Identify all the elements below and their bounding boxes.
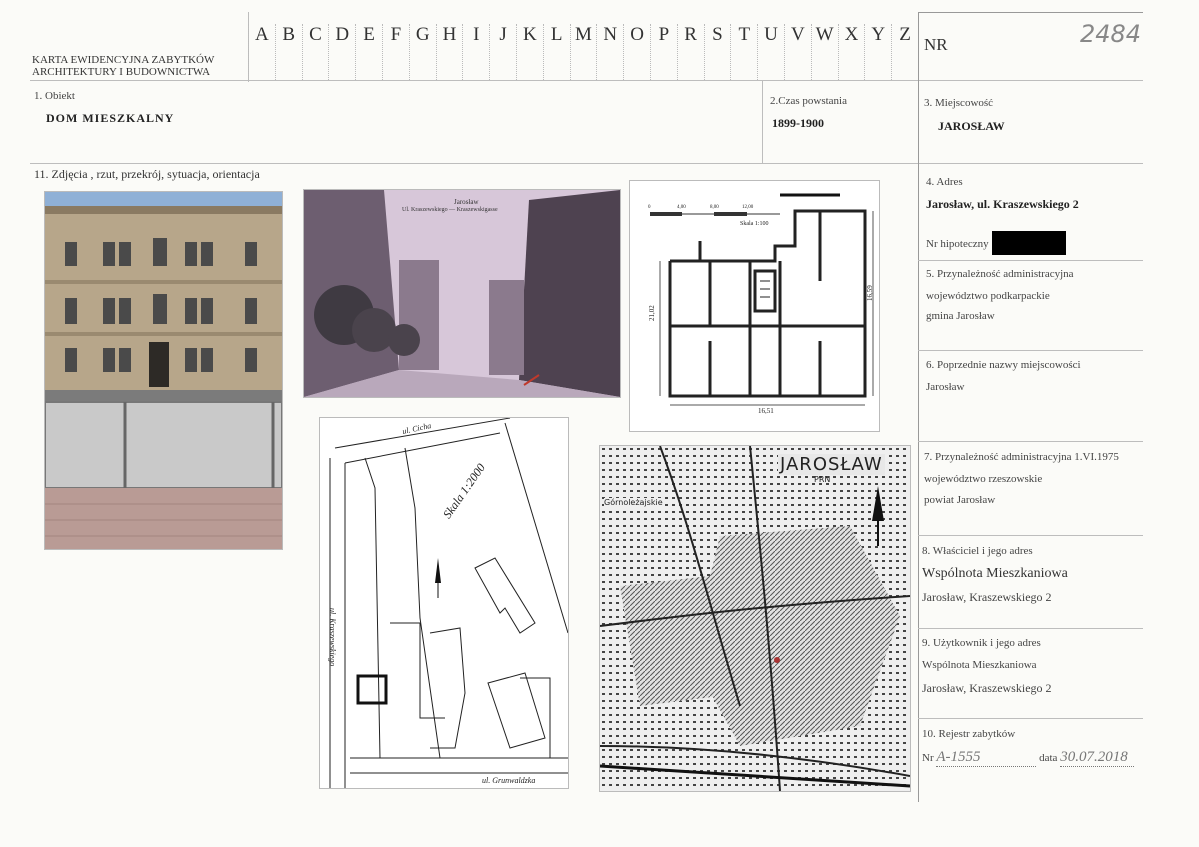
- user-line2: Jarosław, Kraszewskiego 2: [922, 681, 1052, 695]
- floorplan-bar-1: 4,00: [677, 205, 686, 210]
- admin-1975-label: 7. Przynależność administracyjna 1.VI.19…: [924, 451, 1119, 463]
- letter-f: F: [381, 24, 409, 80]
- nr-value: 2484: [1080, 20, 1142, 48]
- letter-y: Y: [864, 24, 891, 80]
- user-line1: Wspólnota Mieszkaniowa: [922, 659, 1037, 671]
- register-nr-prefix: Nr: [922, 752, 934, 764]
- register-row: Nr A-1555 data 30.07.2018: [922, 749, 1142, 767]
- creation-label: 2.Czas powstania: [770, 95, 847, 107]
- map-district: Górnoleżajskie: [604, 498, 663, 507]
- floorplan-scale: Skala 1:100: [740, 221, 769, 227]
- locality-label: 3. Miejscowość: [924, 97, 994, 109]
- facade-illustration: [45, 192, 282, 549]
- site-street-bottom: ul. Grunwaldzka: [482, 776, 536, 785]
- floorplan-illustration: [650, 193, 874, 406]
- postcard-photo: Jarosław Ul. Kraszewskiego — Kraszewskig…: [303, 189, 621, 398]
- admin-current-line2: gmina Jarosław: [926, 310, 995, 322]
- owner-line1: Wspólnota Mieszkaniowa: [922, 566, 1068, 581]
- letter-w: W: [810, 24, 838, 80]
- card-title-line1: KARTA EWIDENCYJNA ZABYTKÓW: [32, 54, 215, 66]
- facade-photo: [44, 191, 283, 550]
- previous-names-value: Jarosław: [926, 381, 965, 393]
- letter-u: U: [757, 24, 784, 80]
- register-nr-value: A-1555: [936, 749, 1037, 767]
- letter-v: V: [783, 24, 811, 80]
- letter-i: I: [462, 24, 489, 80]
- floorplan-bar-3: 12,00: [742, 205, 754, 210]
- floorplan-depth: 21,02: [648, 305, 656, 321]
- admin-1975-line2: powiat Jarosław: [924, 494, 996, 506]
- letter-g: G: [408, 24, 436, 80]
- owner-line2: Jarosław, Kraszewskiego 2: [922, 590, 1052, 604]
- floorplan-drawing: 0 4,00 8,00 12,00 Skala 1:100 21,02 16,5…: [629, 180, 880, 432]
- register-date-label: data: [1039, 752, 1058, 764]
- mortgage-redaction: [992, 231, 1066, 255]
- town-map: JAROSŁAW PRN Górnoleżajskie: [599, 445, 911, 792]
- floorplan-side: 16,59: [866, 285, 874, 301]
- map-title: JAROSŁAW: [778, 454, 885, 475]
- letter-e: E: [355, 24, 382, 80]
- address-label: 4. Adres: [926, 176, 963, 188]
- nr-label: NR: [924, 35, 948, 54]
- mortgage-label: Nr hipoteczny: [926, 238, 989, 250]
- letter-b: B: [274, 24, 302, 80]
- letter-x: X: [837, 24, 865, 80]
- postcard-illustration: [304, 190, 620, 397]
- map-subtitle: PRN: [814, 475, 831, 484]
- letter-m: M: [569, 24, 597, 80]
- letter-h: H: [435, 24, 463, 80]
- letter-j: J: [489, 24, 516, 80]
- letter-n: N: [596, 24, 623, 80]
- letter-z: Z: [891, 24, 918, 80]
- site-street-left: ul. Kraszewskiego: [328, 608, 337, 667]
- postcard-subtitle: Ul. Kraszewskiego — Kraszewskigasse: [402, 207, 498, 213]
- floorplan-bar-2: 8,00: [710, 205, 719, 210]
- floorplan-width: 16,51: [758, 407, 774, 415]
- site-plan-drawing: ul. Cicha Skala 1:2000 ul. Kraszewskiego…: [319, 417, 569, 789]
- locality-value: JAROSŁAW: [938, 119, 1005, 133]
- classification-letters: ABCDEFGHIJKLMNOPRSTUVWXYZ: [248, 24, 918, 80]
- owner-label: 8. Właściciel i jego adres: [922, 545, 1033, 557]
- letter-l: L: [542, 24, 570, 80]
- object-label: 1. Obiekt: [34, 90, 75, 102]
- letter-k: K: [515, 24, 543, 80]
- card-title-line2: ARCHITEKTURY I BUDOWNICTWA: [32, 66, 211, 78]
- site-plan-illustration: [329, 418, 568, 788]
- postcard-title: Jarosław: [454, 198, 479, 206]
- admin-current-line1: województwo podkarpackie: [926, 290, 1050, 302]
- letter-p: P: [649, 24, 677, 80]
- object-value: DOM MIESZKALNY: [46, 111, 175, 125]
- admin-current-label: 5. Przynależność administracyjna: [926, 268, 1074, 280]
- letter-s: S: [703, 24, 731, 80]
- floorplan-bar-0: 0: [648, 205, 651, 210]
- letter-o: O: [623, 24, 650, 80]
- previous-names-label: 6. Poprzednie nazwy miejscowości: [926, 359, 1081, 371]
- register-date-value: 30.07.2018: [1060, 749, 1135, 767]
- letter-r: R: [676, 24, 704, 80]
- creation-value: 1899-1900: [772, 116, 824, 130]
- photos-section-label: 11. Zdjęcia , rzut, przekrój, sytuacja, …: [34, 167, 260, 181]
- address-value: Jarosław, ul. Kraszewskiego 2: [926, 197, 1079, 211]
- card-title: KARTA EWIDENCYJNA ZABYTKÓW ARCHITEKTURY …: [32, 54, 214, 78]
- letter-t: T: [730, 24, 757, 80]
- user-label: 9. Użytkownik i jego adres: [922, 637, 1041, 649]
- letter-a: A: [248, 24, 275, 80]
- register-label: 10. Rejestr zabytków: [922, 728, 1016, 740]
- letter-d: D: [328, 24, 355, 80]
- letter-c: C: [301, 24, 329, 80]
- admin-1975-line1: województwo rzeszowskie: [924, 473, 1043, 485]
